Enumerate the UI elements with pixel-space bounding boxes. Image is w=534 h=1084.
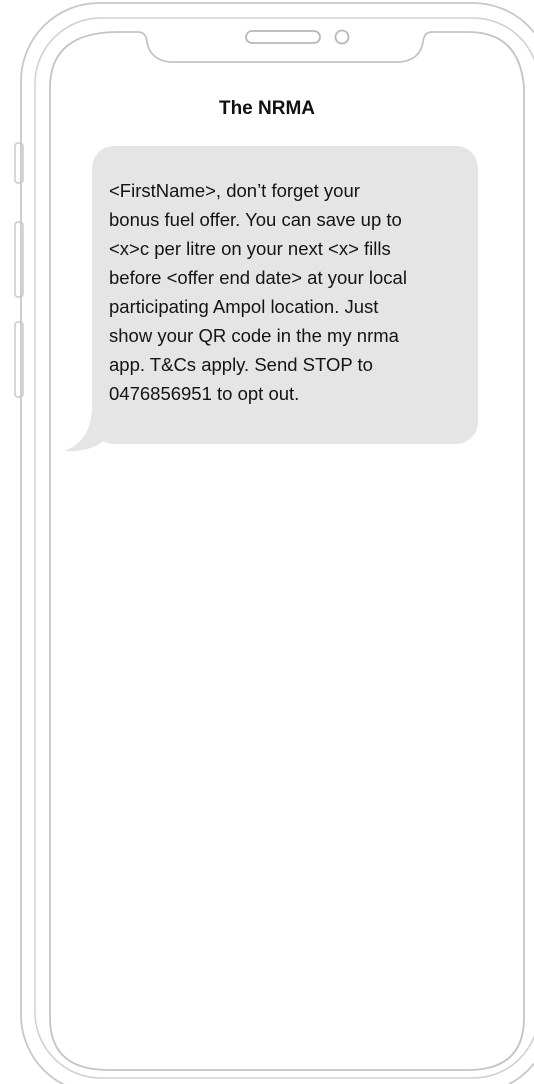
sender-name: The NRMA (218, 98, 316, 119)
speaker-slot (245, 30, 321, 44)
message-text: <FirstName>, don’t forget your bonus fue… (109, 180, 407, 404)
front-camera (334, 29, 350, 45)
message-bubble: <FirstName>, don’t forget your bonus fue… (92, 146, 478, 444)
